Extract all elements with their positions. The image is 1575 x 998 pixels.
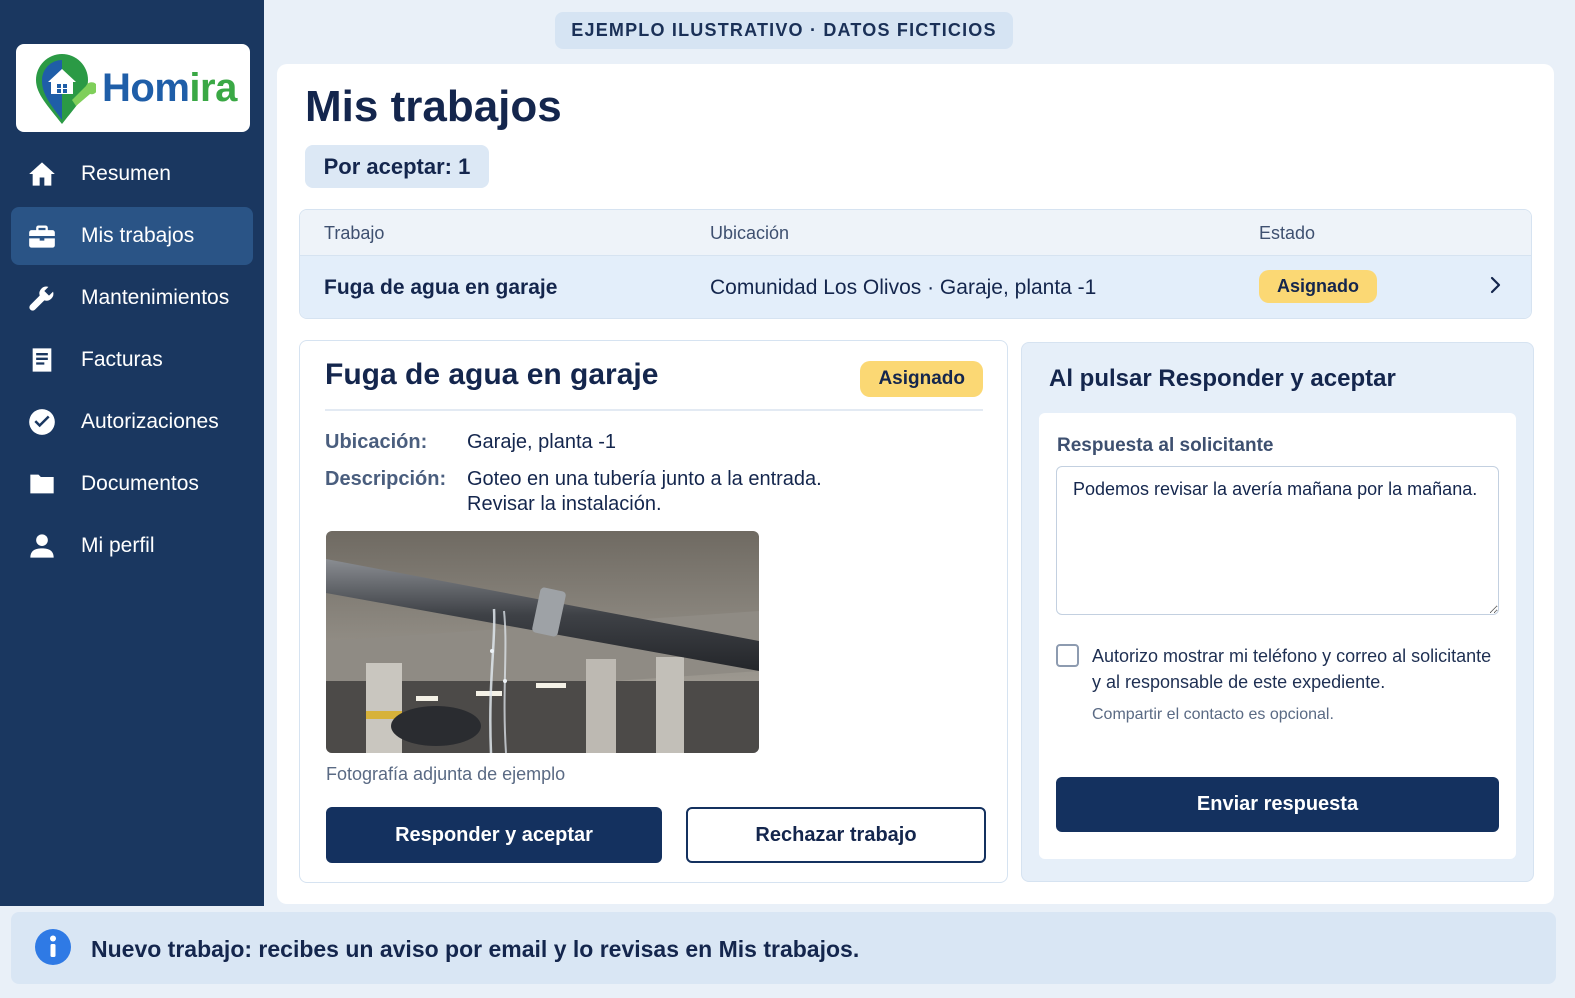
location-value: Garaje, planta -1 <box>467 431 616 453</box>
main-panel: Mis trabajos Por aceptar: 1 Trabajo Ubic… <box>277 64 1554 904</box>
location-label: Ubicación: <box>325 431 428 453</box>
sidebar-item-resumen[interactable]: Resumen <box>11 145 253 203</box>
sidebar-item-facturas[interactable]: Facturas <box>11 331 253 389</box>
row-location: Comunidad Los Olivos · Garaje, planta -1 <box>710 276 1097 299</box>
leak-photo[interactable] <box>326 531 759 753</box>
wrench-icon <box>27 283 57 313</box>
respond-accept-button[interactable]: Responder y aceptar <box>326 807 662 863</box>
column-header-trabajo: Trabajo <box>324 223 385 243</box>
sidebar-item-mantenimientos[interactable]: Mantenimientos <box>11 269 253 327</box>
table-row[interactable]: Fuga de agua en garaje Comunidad Los Oli… <box>300 256 1531 318</box>
sidebar-item-autorizaciones[interactable]: Autorizaciones <box>11 393 253 451</box>
send-response-button[interactable]: Enviar respuesta <box>1056 777 1499 832</box>
demo-banner: EJEMPLO ILUSTRATIVO · DATOS FICTICIOS <box>555 12 1013 49</box>
row-job-title: Fuga de agua en garaje <box>324 276 558 299</box>
detail-status-badge: Asignado <box>860 361 983 397</box>
brand-name: Homira <box>102 65 237 110</box>
response-field-label: Respuesta al solicitante <box>1057 435 1274 456</box>
divider <box>325 409 983 411</box>
sidebar-item-label: Mantenimientos <box>81 286 230 309</box>
response-form: Respuesta al solicitante Podemos revisar… <box>1039 413 1516 859</box>
sidebar-item-label: Resumen <box>81 162 171 185</box>
info-notice: Nuevo trabajo: recibes un aviso por emai… <box>11 912 1556 984</box>
garage-pipe-leak-image <box>326 531 759 753</box>
sidebar-item-documentos[interactable]: Documentos <box>11 455 253 513</box>
page-title: Mis trabajos <box>305 82 562 131</box>
sidebar-item-label: Mis trabajos <box>81 224 195 247</box>
sidebar-item-label: Autorizaciones <box>81 410 219 433</box>
brand-logo[interactable]: Homira <box>16 44 250 132</box>
sidebar: Homira Resumen Mis trabajos Mantenimient… <box>0 0 264 906</box>
table-header: Trabajo Ubicación Estado <box>300 210 1531 256</box>
sidebar-item-mi-perfil[interactable]: Mi perfil <box>11 517 253 575</box>
description-line-2: Revisar la instalación. <box>467 493 662 515</box>
document-icon <box>27 345 57 375</box>
sidebar-item-label: Mi perfil <box>81 534 155 557</box>
briefcase-icon <box>27 221 57 251</box>
photo-caption: Fotografía adjunta de ejemplo <box>326 764 566 784</box>
reject-job-button[interactable]: Rechazar trabajo <box>686 807 986 863</box>
pending-count-badge: Por aceptar: 1 <box>305 145 489 188</box>
jobs-table: Trabajo Ubicación Estado Fuga de agua en… <box>299 209 1532 319</box>
home-icon <box>27 159 57 189</box>
consent-text: Autorizo mostrar mi teléfono y correo al… <box>1092 646 1492 692</box>
consent-checkbox[interactable] <box>1056 644 1079 667</box>
column-header-estado: Estado <box>1259 223 1316 243</box>
info-text: Nuevo trabajo: recibes un aviso por emai… <box>91 936 860 962</box>
description-line-1: Goteo en una tubería junto a la entrada. <box>467 468 822 490</box>
status-badge: Asignado <box>1259 270 1378 303</box>
chevron-right-icon[interactable] <box>1489 274 1503 296</box>
response-panel-title: Al pulsar Responder y aceptar <box>1049 365 1396 392</box>
sidebar-item-mis-trabajos[interactable]: Mis trabajos <box>11 207 253 265</box>
response-textarea[interactable]: Podemos revisar la avería mañana por la … <box>1056 466 1499 615</box>
description-label: Descripción: <box>325 468 447 490</box>
consent-hint: Compartir el contacto es opcional. <box>1092 706 1334 723</box>
info-icon <box>34 928 72 966</box>
detail-title: Fuga de agua en garaje <box>325 358 659 391</box>
job-detail-card: Fuga de agua en garaje Asignado Ubicació… <box>299 340 1008 883</box>
logo-house-pin-icon <box>36 54 96 124</box>
user-icon <box>27 531 57 561</box>
sidebar-nav: Resumen Mis trabajos Mantenimientos Fact… <box>11 145 253 579</box>
sidebar-item-label: Facturas <box>81 348 163 371</box>
check-circle-icon <box>27 407 57 437</box>
sidebar-item-label: Documentos <box>81 472 199 495</box>
column-header-ubicacion: Ubicación <box>710 223 790 243</box>
folder-icon <box>27 469 57 499</box>
response-panel: Al pulsar Responder y aceptar Respuesta … <box>1021 342 1534 882</box>
